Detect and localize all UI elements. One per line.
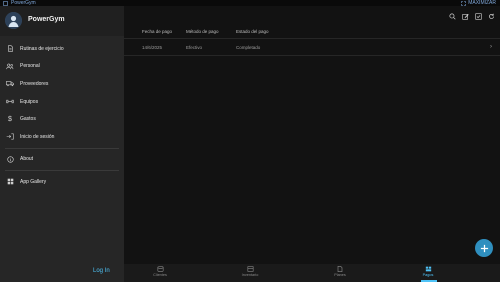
- menu-item-label: Personal: [20, 63, 40, 70]
- calendar-icon: [230, 266, 270, 273]
- table-header: Fecha de pago Método de pago Estado del …: [124, 24, 500, 39]
- column-header-fecha: Fecha de pago: [142, 28, 173, 34]
- drawer-divider: [5, 147, 119, 149]
- maximize-icon: [461, 0, 467, 6]
- menu-item-label: Gastos: [20, 116, 36, 123]
- nav-item-inventario[interactable]: Inventario: [230, 266, 270, 277]
- nav-label: Clientes: [153, 273, 167, 277]
- menu-item-inicio-sesion[interactable]: Inicio de sesión: [0, 128, 124, 146]
- menu-item-rutinas[interactable]: Rutinas de ejercicio: [0, 40, 124, 58]
- nav-label: Inventario: [241, 273, 259, 277]
- app-icon: [3, 0, 8, 6]
- table-row[interactable]: 14/6/2025 Efectivo Completado ›: [124, 39, 500, 56]
- menu-item-label: Inicio de sesión: [20, 133, 55, 140]
- checkbox-icon[interactable]: [474, 12, 482, 20]
- refresh-icon[interactable]: [487, 12, 495, 20]
- document-icon: [6, 45, 14, 53]
- active-tab-indicator: [421, 280, 437, 282]
- menu-item-label: About: [20, 156, 34, 163]
- nav-item-clientes[interactable]: Clientes: [140, 266, 180, 277]
- main-content: Fecha de pago Método de pago Estado del …: [124, 6, 500, 282]
- nav-label: Planes: [334, 273, 346, 277]
- dumbbell-icon: [6, 98, 14, 106]
- column-header-metodo: Método de pago: [186, 28, 219, 34]
- menu-item-proveedores[interactable]: Proveedores: [0, 75, 124, 93]
- menu-item-label: App Gallery: [20, 178, 47, 185]
- edit-icon[interactable]: [461, 12, 469, 20]
- nav-item-planes[interactable]: Planes: [320, 266, 360, 277]
- add-button[interactable]: [475, 239, 493, 257]
- column-header-estado: Estado del pago: [236, 28, 269, 34]
- drawer-divider: [5, 170, 119, 172]
- database-icon: [140, 266, 180, 273]
- login-icon: [6, 133, 14, 141]
- search-icon[interactable]: [448, 12, 456, 20]
- people-icon: [6, 62, 14, 70]
- app-name: PowerGym: [28, 16, 65, 23]
- menu-item-personal[interactable]: Personal: [0, 58, 124, 76]
- nav-label: Pagos: [422, 273, 434, 277]
- avatar-icon: [5, 12, 22, 29]
- toolbar: [448, 12, 495, 20]
- payments-icon: [408, 266, 448, 273]
- cell-metodo: Efectivo: [186, 44, 203, 50]
- avatar: [5, 12, 22, 29]
- info-icon: [6, 155, 14, 163]
- truck-icon: [6, 80, 14, 88]
- login-button[interactable]: Log In: [93, 268, 110, 274]
- menu-item-label: Rutinas de ejercicio: [20, 45, 64, 52]
- grid-icon: [6, 178, 14, 186]
- nav-item-pagos[interactable]: Pagos: [408, 266, 448, 277]
- menu-item-about[interactable]: About: [0, 151, 124, 169]
- menu-item-gastos[interactable]: $ Gastos: [0, 110, 124, 128]
- drawer-menu: Rutinas de ejercicio Personal Proveedore…: [0, 40, 124, 191]
- dollar-icon: $: [8, 115, 12, 123]
- bottom-navigation: Clientes Inventario Planes Pagos: [124, 264, 500, 282]
- menu-item-label: Proveedores: [20, 80, 49, 87]
- menu-item-equipos[interactable]: Equipos: [0, 93, 124, 111]
- payments-table: Fecha de pago Método de pago Estado del …: [124, 24, 500, 56]
- menu-item-app-gallery[interactable]: App Gallery: [0, 173, 124, 191]
- navigation-drawer: PowerGym Rutinas de ejercicio Personal P…: [0, 6, 124, 282]
- cell-estado: Completado: [236, 44, 261, 50]
- drawer-header: PowerGym: [0, 6, 124, 36]
- menu-item-label: Equipos: [20, 98, 39, 105]
- chevron-right-icon: ›: [490, 44, 492, 50]
- document-icon: [320, 266, 360, 273]
- cell-fecha: 14/6/2025: [142, 44, 163, 50]
- plus-icon: [480, 244, 488, 252]
